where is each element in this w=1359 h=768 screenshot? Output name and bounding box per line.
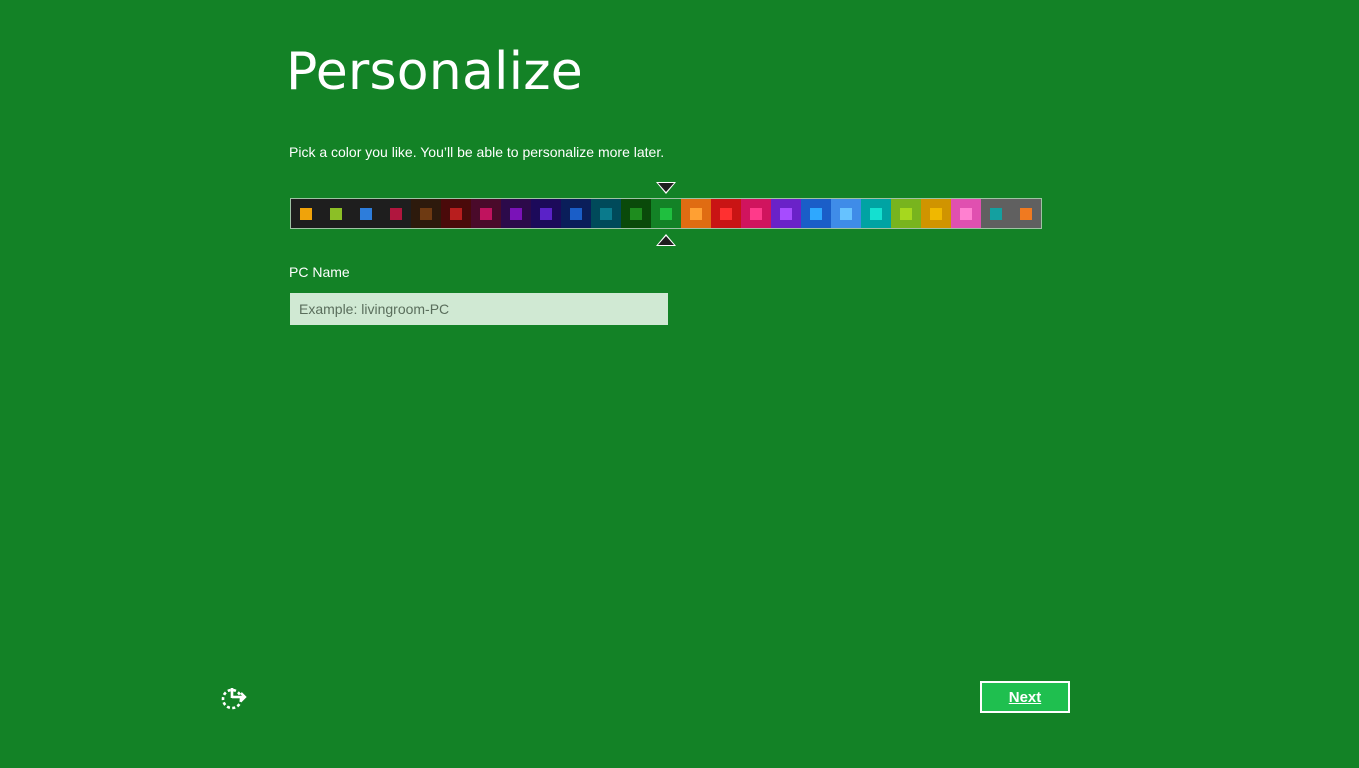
next-button[interactable]: Next — [980, 681, 1070, 713]
color-swatch-accent — [1020, 207, 1032, 220]
next-button-label: Next — [1008, 688, 1042, 706]
color-swatch[interactable] — [531, 199, 561, 228]
color-swatch-accent — [330, 207, 342, 220]
color-swatch[interactable] — [1011, 199, 1041, 228]
color-swatch[interactable] — [441, 199, 471, 228]
color-swatch-accent — [660, 207, 672, 220]
selection-marker-bottom — [656, 234, 676, 246]
color-swatch-accent — [750, 207, 762, 220]
color-swatch[interactable] — [681, 199, 711, 228]
page-title: Personalize — [286, 42, 583, 102]
color-swatch[interactable] — [891, 199, 921, 228]
color-swatch-accent — [630, 207, 642, 220]
color-swatch[interactable] — [591, 199, 621, 228]
color-swatch-accent — [810, 207, 822, 220]
color-palette — [290, 198, 1042, 229]
color-swatch[interactable] — [621, 199, 651, 228]
ease-of-access-icon[interactable] — [220, 684, 248, 712]
color-swatch[interactable] — [381, 199, 411, 228]
color-swatch-accent — [720, 207, 732, 220]
color-swatch-accent — [840, 207, 852, 220]
color-swatch[interactable] — [651, 199, 681, 228]
color-swatch-accent — [900, 207, 912, 220]
color-swatch[interactable] — [771, 199, 801, 228]
color-swatch-accent — [990, 207, 1002, 220]
color-swatch[interactable] — [801, 199, 831, 228]
page-subtitle: Pick a color you like. You’ll be able to… — [289, 144, 665, 160]
selection-marker-top — [656, 182, 676, 194]
color-swatch[interactable] — [711, 199, 741, 228]
color-swatch-accent — [570, 207, 582, 220]
color-swatch[interactable] — [741, 199, 771, 228]
color-swatch-accent — [930, 207, 942, 220]
color-swatch-accent — [450, 207, 462, 220]
color-swatch[interactable] — [861, 199, 891, 228]
pc-name-label: PC Name — [289, 264, 350, 280]
color-swatch[interactable] — [321, 199, 351, 228]
color-swatch[interactable] — [291, 199, 321, 228]
color-swatch[interactable] — [471, 199, 501, 228]
color-swatch-accent — [690, 207, 702, 220]
color-swatch-accent — [540, 207, 552, 220]
color-swatch[interactable] — [951, 199, 981, 228]
color-swatch-accent — [420, 207, 432, 220]
color-swatch[interactable] — [351, 199, 381, 228]
personalize-page: Personalize Pick a color you like. You’l… — [0, 0, 1359, 768]
color-swatch[interactable] — [561, 199, 591, 228]
color-swatch-accent — [300, 207, 312, 220]
color-swatch-accent — [510, 207, 522, 220]
color-swatch-accent — [360, 207, 372, 220]
color-swatch[interactable] — [831, 199, 861, 228]
color-swatch-accent — [960, 207, 972, 220]
pc-name-input[interactable] — [290, 293, 668, 325]
color-swatch-accent — [600, 207, 612, 220]
color-swatch[interactable] — [981, 199, 1011, 228]
color-swatch-accent — [390, 207, 402, 220]
color-swatch[interactable] — [501, 199, 531, 228]
color-swatch[interactable] — [921, 199, 951, 228]
color-swatch-accent — [480, 207, 492, 220]
color-swatch-accent — [870, 207, 882, 220]
color-swatch[interactable] — [411, 199, 441, 228]
color-swatch-accent — [780, 207, 792, 220]
